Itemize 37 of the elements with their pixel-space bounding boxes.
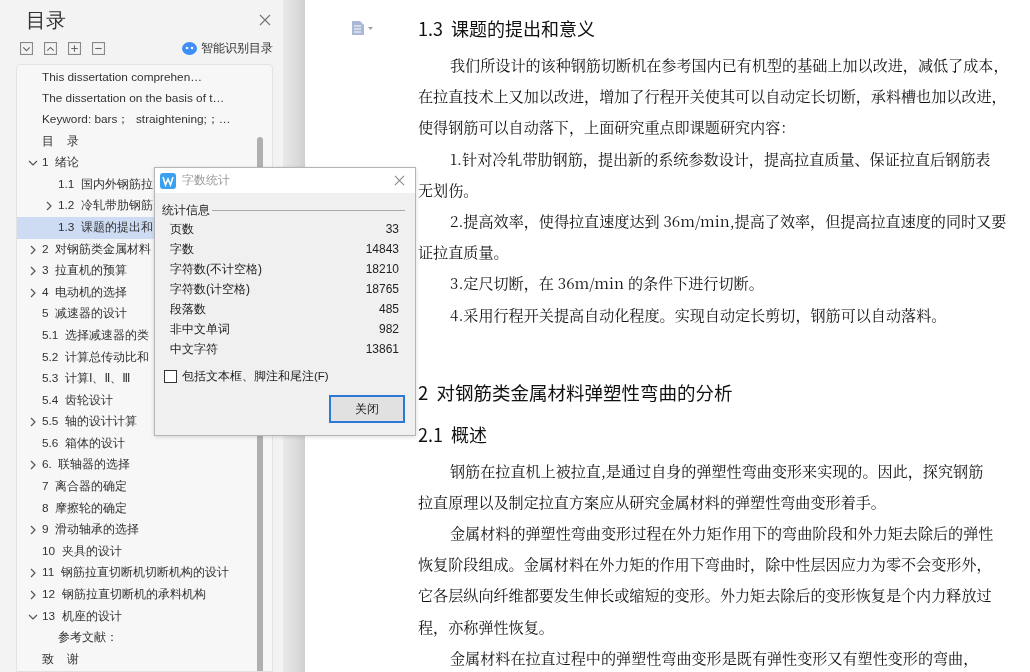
stat-value: 982 (378, 322, 399, 336)
stat-value: 33 (385, 222, 399, 236)
group-label: 统计信息 (162, 201, 210, 219)
paragraph-line: 它各层纵向纤维都要发生伸长或缩短的变形。外力矩去除后的变形恢复是个内力释放过 (418, 583, 993, 608)
paragraph-line: 1.针对冷轧带肋钢筋，提出新的系统参数设计，提高拉直质量、保证拉直后钢筋表 (449, 146, 992, 171)
paragraph-line: 使得钢筋可以自动落下，上面研究重点即课题研究内容： (418, 115, 797, 140)
section-heading: 2.1 概述 (418, 419, 489, 449)
stat-label: 字符数(计空格) (170, 280, 250, 298)
paragraph-line: 钢筋在拉直机上被拉直,是通过自身的弹塑性弯曲变形来实现的。因此，探究钢筋 (449, 458, 985, 483)
paragraph-line: 在拉直技术上又加以改进，增加了行程开关使其可以自动定长切断，承料槽也加以改进， (418, 84, 1008, 109)
paragraph-line: 恢复阶段组成。金属材料在外力矩的作用下弯曲时，除中性层因应力为零不会变形外， (418, 552, 993, 577)
paragraph-line: 金属材料的弹塑性弯曲变形过程在外力矩作用下的弯曲阶段和外力矩去除后的弹性 (449, 521, 995, 546)
paragraph-line: 证拉直质量。 (418, 240, 510, 265)
paragraph-line: 2.提高效率，使得拉直速度达到 36m/min,提高了效率，但提高拉直速度的同时又要 (449, 208, 1008, 233)
section-heading: 1.3 课题的提出和意义 (418, 14, 597, 43)
paragraph-line: 金属材料在拉直过程中的弹塑性弯曲变形是既有弹性变形又有塑性变形的弯曲， (449, 645, 980, 670)
stat-label: 段落数 (170, 300, 206, 318)
chapter-heading: 2 对钢筋类金属材料弹塑性弯曲的分析 (418, 377, 734, 407)
stat-label: 页数 (170, 220, 194, 238)
stat-value: 18765 (365, 282, 399, 296)
stat-label: 非中文单词 (170, 320, 230, 338)
paragraph-line: 我们所设计的该种钢筋切断机在参考国内已有机型的基础上加以改进，减低了成本， (449, 53, 1010, 77)
stat-label: 中文字符 (170, 340, 218, 358)
stat-label: 字符数(不计空格) (170, 260, 262, 278)
paragraph-line: 3.定尺切断，在 36m/min 的条件下进行切断。 (449, 271, 765, 296)
paragraph-line: 4.采用行程开关提高自动化程度。实现自动定长剪切，钢筋可以自动落料。 (449, 302, 948, 327)
stat-label: 字数 (170, 240, 194, 258)
stat-value: 485 (378, 302, 399, 316)
stat-value: 13861 (365, 342, 399, 356)
stat-value: 18210 (365, 262, 399, 276)
checkbox-label: 包括文本框、脚注和尾注(F) (182, 368, 329, 384)
panel-title: 目录 (26, 7, 67, 33)
paragraph-line: 程，亦称弹性恢复。 (418, 614, 555, 639)
paragraph-line: 无划伤。 (418, 177, 480, 202)
paragraph-line: 拉直原理以及制定拉直方案应从研究金属材料的弹塑性弯曲变形着手。 (418, 489, 887, 514)
stat-value: 14843 (365, 242, 399, 256)
dialog-title: 字数统计 (182, 172, 230, 189)
